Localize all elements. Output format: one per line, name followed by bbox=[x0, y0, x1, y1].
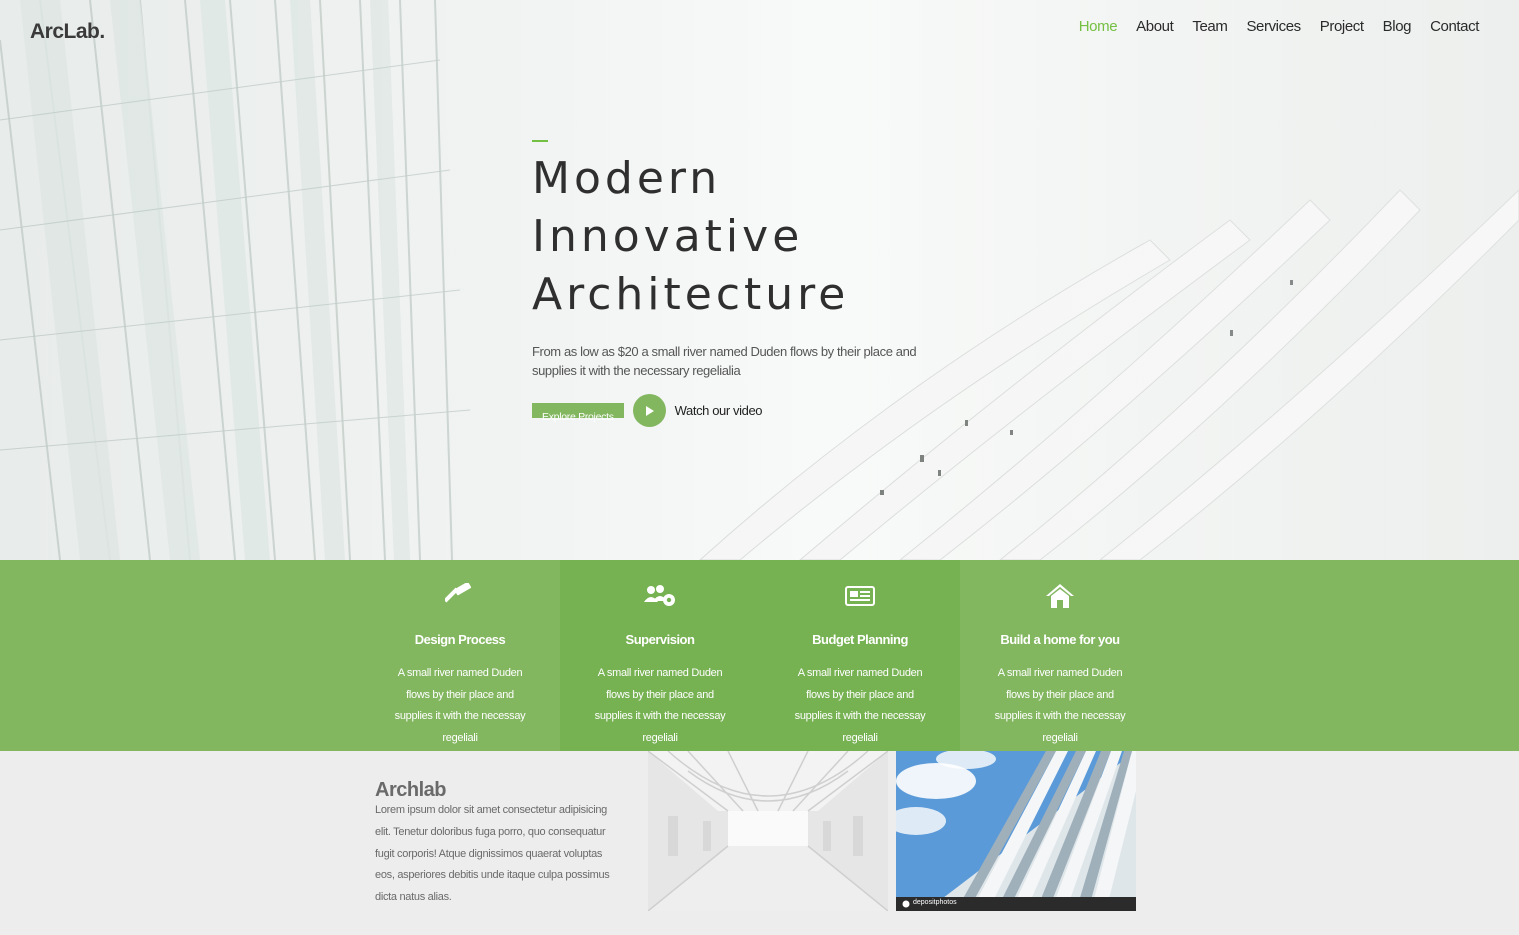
service-budget-planning: Budget Planning A small river named Dude… bbox=[760, 560, 960, 751]
interior-photo bbox=[648, 751, 888, 911]
hero-section: ArcLab. Home About Team Services Project… bbox=[0, 0, 1519, 560]
about-text: Lorem ipsum dolor sit amet consectetur a… bbox=[375, 804, 610, 904]
service-title: Build a home for you bbox=[1000, 632, 1120, 647]
headline-line-1: Modern bbox=[532, 153, 722, 204]
photo-watermark: depositphotos bbox=[913, 899, 957, 906]
accent-line bbox=[532, 140, 548, 142]
service-supervision: Supervision A small river named Duden fl… bbox=[560, 560, 760, 751]
headline-line-3: Architecture bbox=[532, 269, 850, 320]
nav-blog[interactable]: Blog bbox=[1383, 18, 1412, 35]
about-title: Archlab bbox=[375, 778, 446, 801]
service-desc: A small river named Duden flows by their… bbox=[794, 667, 926, 744]
explore-projects-button[interactable]: Explore Projects bbox=[532, 403, 624, 423]
newspaper-icon bbox=[845, 586, 875, 606]
team-gear-icon bbox=[644, 585, 675, 606]
nav-contact[interactable]: Contact bbox=[1430, 18, 1479, 35]
hero-cta-row: Explore Projects Watch our video bbox=[532, 394, 952, 427]
brand-logo[interactable]: ArcLab. bbox=[30, 20, 105, 44]
play-icon bbox=[646, 405, 655, 416]
service-title: Design Process bbox=[414, 632, 506, 647]
service-desc: A small river named Duden flows by their… bbox=[994, 667, 1126, 744]
watch-video-link[interactable]: Watch our video bbox=[675, 403, 763, 418]
headline-line-2: Innovative bbox=[532, 211, 804, 262]
service-desc: A small river named Duden flows by their… bbox=[394, 667, 526, 744]
nav-team[interactable]: Team bbox=[1192, 18, 1227, 35]
hero-headline: Modern Innovative Architecture bbox=[532, 150, 952, 324]
nav-about[interactable]: About bbox=[1136, 18, 1174, 35]
service-build-home: Build a home for you A small river named… bbox=[960, 560, 1160, 751]
facade-photo: depositphotos bbox=[896, 751, 1136, 911]
service-desc: A small river named Duden flows by their… bbox=[594, 667, 726, 744]
services-band: Design Process A small river named Duden… bbox=[0, 560, 1519, 751]
hero-copy: Modern Innovative Architecture From as l… bbox=[532, 140, 952, 427]
hero-lead: From as low as $20 a small river named D… bbox=[532, 344, 917, 378]
service-title: Budget Planning bbox=[812, 632, 908, 647]
service-title: Supervision bbox=[625, 632, 695, 647]
play-video-button[interactable] bbox=[632, 394, 666, 427]
service-design-process: Design Process A small river named Duden… bbox=[360, 560, 560, 751]
home-icon bbox=[1046, 584, 1074, 608]
main-nav: Home About Team Services Project Blog Co… bbox=[1060, 18, 1480, 35]
nav-home[interactable]: Home bbox=[1079, 18, 1118, 35]
nav-services[interactable]: Services bbox=[1246, 18, 1301, 35]
nav-project[interactable]: Project bbox=[1320, 18, 1364, 35]
hammer-icon bbox=[445, 583, 472, 603]
